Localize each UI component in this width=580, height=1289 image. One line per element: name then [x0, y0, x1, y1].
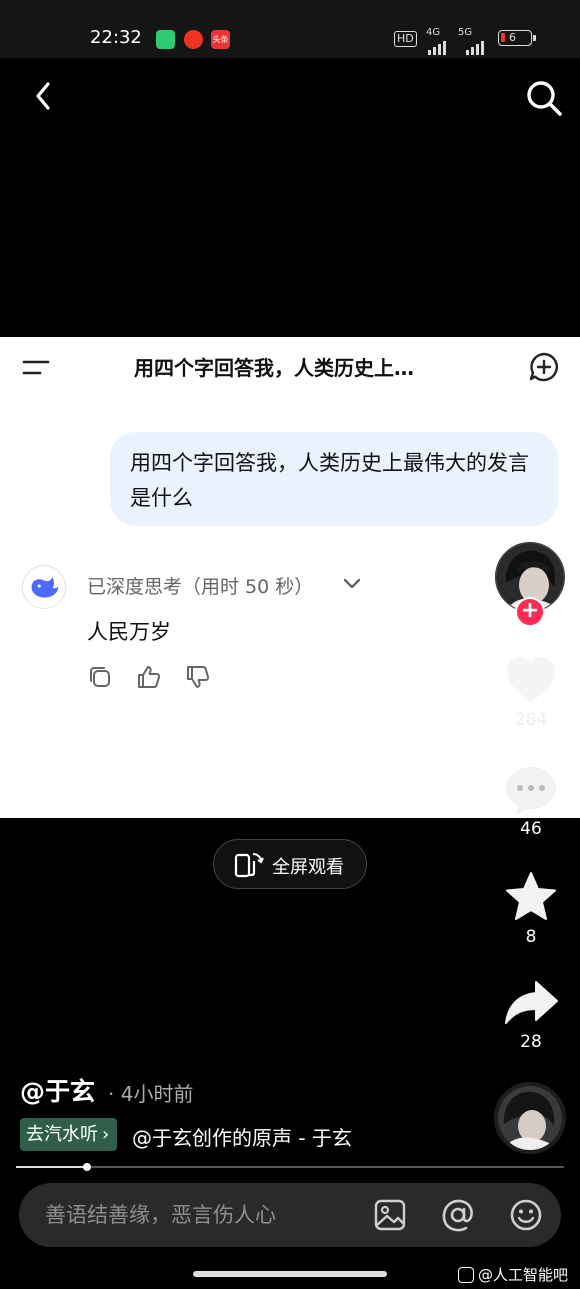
qishui-music-chip[interactable]: 去汽水听 › [20, 1118, 118, 1151]
status-time: 22:32 [90, 27, 142, 48]
comment-count: 46 [520, 819, 542, 839]
share-count: 28 [520, 1032, 542, 1052]
fullscreen-label: 全屏观看 [272, 857, 344, 878]
comment-input[interactable] [45, 1201, 345, 1229]
video-app-icon [184, 30, 203, 49]
deepseek-logo-icon [22, 565, 66, 609]
menu-icon [22, 360, 50, 375]
hd-icon: HD [394, 31, 417, 47]
chip-arrow: › [102, 1124, 110, 1145]
favorite-star-icon[interactable] [503, 870, 559, 926]
battery-level: 6 [509, 31, 516, 44]
chevron-down-icon [343, 578, 361, 589]
like-heart-icon[interactable] [503, 652, 559, 708]
post-time: · 4小时前 [108, 1082, 194, 1106]
image-icon[interactable] [373, 1198, 407, 1232]
status-bar [0, 0, 580, 58]
search-icon[interactable] [524, 78, 564, 118]
watermark: @人工智能吧 [458, 1264, 568, 1285]
toutiao-icon: 头条 [211, 30, 230, 49]
copy-icon [90, 667, 110, 687]
signal-5g-icon [466, 36, 486, 55]
author-name[interactable]: @于玄 [20, 1072, 95, 1108]
signal-icon [428, 36, 448, 55]
chat-title: 用四个字回答我，人类历史上… [134, 356, 414, 380]
tieba-logo-icon [458, 1267, 474, 1283]
watermark-text: @人工智能吧 [478, 1266, 569, 1284]
share-arrow-icon[interactable] [503, 976, 559, 1032]
user-message-bubble: 用四个字回答我，人类历史上最伟大的发言是什么 [110, 432, 558, 526]
ai-answer: 人民万岁 [87, 620, 171, 644]
emoji-icon[interactable] [509, 1198, 543, 1232]
thinking-status: 已深度思考（用时 50 秒） [87, 576, 314, 598]
thumbs-up-icon [138, 666, 161, 688]
music-disc-avatar[interactable] [494, 1082, 566, 1154]
mention-at-icon[interactable] [441, 1198, 475, 1232]
thumbs-down-icon [187, 666, 210, 688]
follow-button[interactable]: + [515, 597, 545, 627]
comment-bar [19, 1183, 561, 1247]
music-title[interactable]: @于玄创作的原声 - 于玄 [132, 1122, 352, 1151]
video-progress-fill [16, 1166, 87, 1168]
fullscreen-button[interactable]: 全屏观看 [213, 839, 367, 889]
app-notification-icon [156, 30, 175, 49]
new-chat-icon [529, 352, 558, 382]
favorite-count: 8 [525, 927, 537, 947]
rotate-screen-icon [234, 853, 264, 878]
video-progress-track[interactable] [16, 1166, 564, 1168]
comment-bubble-icon[interactable] [503, 762, 559, 818]
battery-tip [533, 35, 536, 41]
battery-icon: 6 [498, 30, 532, 46]
video-progress-handle[interactable] [83, 1163, 91, 1171]
back-icon[interactable] [28, 78, 64, 114]
like-count: 284 [514, 710, 548, 730]
chip-label: 去汽水听 [26, 1124, 98, 1145]
home-indicator[interactable] [193, 1271, 387, 1277]
